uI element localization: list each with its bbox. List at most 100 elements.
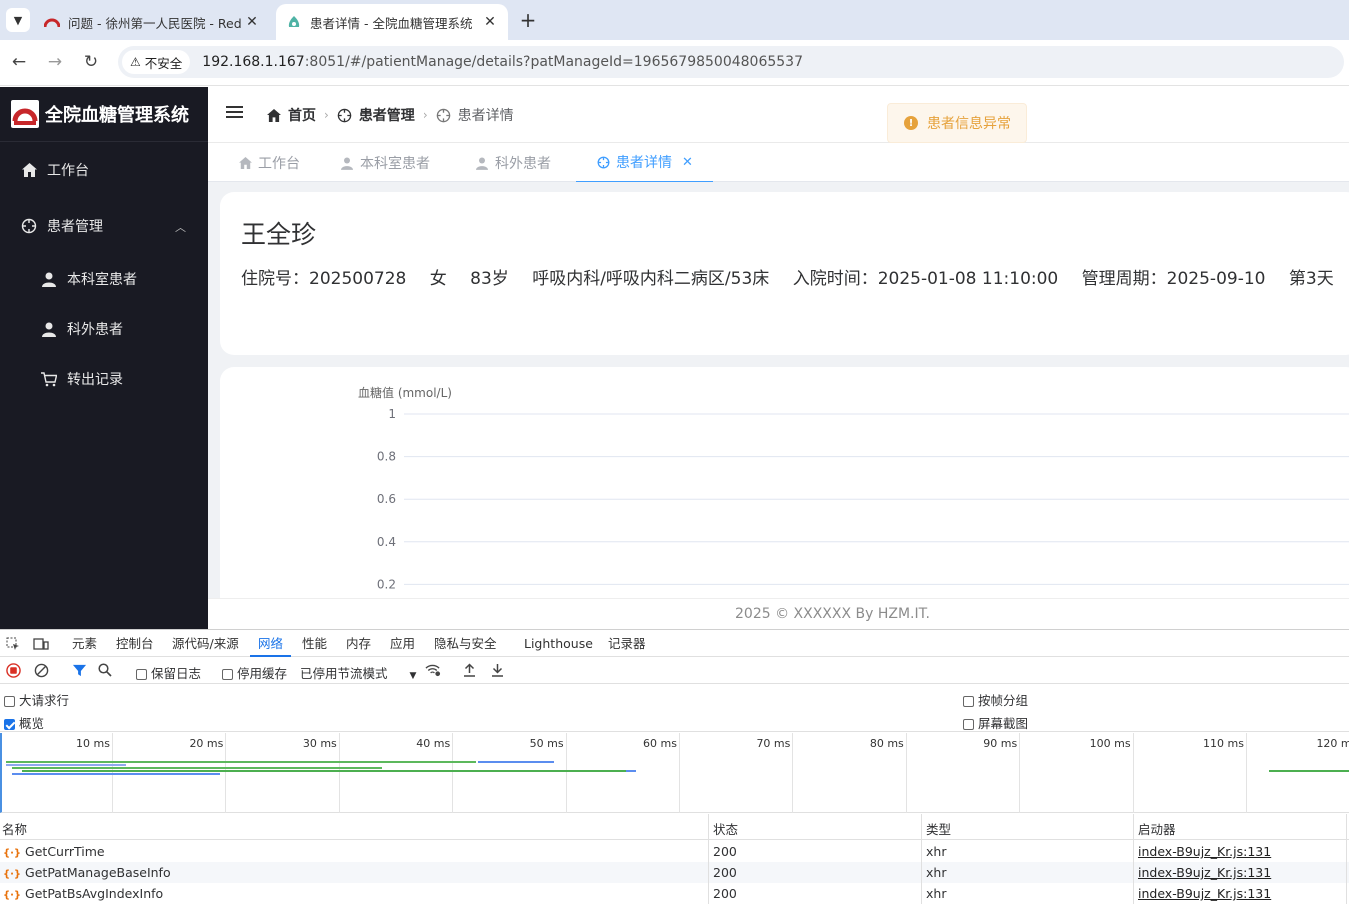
checkbox[interactable] (963, 696, 974, 707)
devtools-tab-console[interactable]: 控制台 (116, 630, 154, 657)
menu-toggle-icon[interactable] (226, 106, 243, 120)
menu-item-workbench[interactable]: 工作台 (0, 145, 208, 195)
new-tab-button[interactable]: + (516, 8, 540, 32)
close-icon[interactable]: ✕ (244, 14, 260, 30)
crosshair-icon (436, 107, 452, 123)
download-icon[interactable] (489, 662, 505, 678)
home-icon (238, 156, 252, 170)
disable-cache-checkbox[interactable]: 停用缓存 (222, 663, 287, 682)
tag-workbench[interactable]: 工作台 (238, 143, 300, 183)
crosshair-icon (596, 155, 610, 169)
xhr-icon: {·} (3, 869, 22, 880)
throttling-value: 已停用节流模式 (300, 666, 388, 681)
devtools-tab-sources[interactable]: 源代码/来源 (172, 630, 239, 657)
breadcrumb: 首页 › 患者管理 › 患者详情 (266, 105, 514, 125)
address-bar[interactable]: ⚠ 不安全 192.168.1.167:8051/#/patientManage… (118, 46, 1344, 78)
patient-age: 83岁 (470, 269, 509, 289)
tab-search-button[interactable]: ▼ (6, 8, 30, 32)
column-name[interactable]: 名称 (2, 819, 27, 838)
devtools-tab-memory[interactable]: 内存 (346, 630, 371, 657)
throttling-select[interactable]: 已停用节流模式 ▼ (300, 663, 416, 682)
devtools-tab-application[interactable]: 应用 (390, 630, 415, 657)
reload-icon[interactable]: ↻ (80, 51, 102, 73)
checkbox-label: 大请求行 (18, 693, 69, 708)
app-logo[interactable]: 全院血糖管理系统 (0, 87, 208, 142)
checkbox[interactable] (4, 696, 15, 707)
request-initiator-link[interactable]: index-B9ujz_Kr.js:131 (1138, 865, 1271, 880)
clear-icon[interactable] (33, 662, 49, 678)
big-request-rows-checkbox[interactable]: 大请求行 (4, 690, 69, 709)
patient-gender: 女 (429, 269, 447, 289)
checkbox[interactable] (963, 719, 974, 730)
timeline-tick (792, 733, 794, 813)
tag-patient-details[interactable]: 患者详情 ✕ (576, 143, 713, 183)
breadcrumb-home[interactable]: 首页 (266, 105, 316, 125)
request-name[interactable]: {·} GetCurrTime (3, 844, 105, 859)
request-initiator-link[interactable]: index-B9ujz_Kr.js:131 (1138, 886, 1271, 901)
breadcrumb-patient-manage[interactable]: 患者管理 (337, 105, 415, 125)
security-label: 不安全 (144, 55, 183, 71)
network-overview-timeline[interactable]: 10 ms 20 ms 30 ms 40 ms 50 ms 60 ms 70 ms 80 ms… (0, 733, 1349, 813)
menu-item-dept-patients[interactable]: 本科室患者 (0, 254, 208, 304)
menu-item-patient-manage[interactable]: 患者管理 ︿ (0, 201, 208, 251)
menu-item-label: 工作台 (47, 163, 89, 179)
upload-icon[interactable] (461, 662, 477, 678)
request-name[interactable]: {·} GetPatBsAvgIndexInfo (3, 886, 163, 901)
table-row[interactable]: {·} GetPatBsAvgIndexInfo 200 xhr index-B9ujz… (0, 883, 1349, 904)
browser-tab-patient-details[interactable]: 患者详情 - 全院血糖管理系统 ✕ (276, 4, 508, 40)
app-header: 首页 › 患者管理 › 患者详情 (208, 87, 1349, 142)
xhr-icon: {·} (3, 848, 22, 859)
close-icon[interactable]: ✕ (482, 14, 498, 30)
devtools-tab-recorder[interactable]: 记录器 (608, 630, 646, 657)
request-timing-bar (478, 761, 554, 763)
devtools-tab-privacy[interactable]: 隐私与安全 (434, 630, 497, 657)
preserve-log-checkbox[interactable]: 保留日志 (136, 663, 201, 682)
menu-item-transfer-records[interactable]: 转出记录 (0, 354, 208, 404)
tag-label: 患者详情 (616, 155, 672, 171)
network-conditions-icon[interactable] (425, 662, 441, 678)
screenshots-checkbox[interactable]: 屏幕截图 (963, 713, 1028, 732)
devtools-tab-lighthouse[interactable]: Lighthouse (524, 630, 593, 657)
devtools-tab-elements[interactable]: 元素 (72, 630, 97, 657)
inspect-element-icon[interactable] (5, 636, 21, 652)
crosshair-icon (337, 107, 353, 123)
close-icon[interactable]: ✕ (682, 155, 693, 170)
column-type[interactable]: 类型 (926, 819, 951, 838)
filter-icon[interactable] (71, 662, 87, 678)
breadcrumb-label: 首页 (288, 108, 316, 124)
timeline-tick (679, 733, 680, 813)
menu-item-outside-patients[interactable]: 科外患者 (0, 304, 208, 354)
overview-checkbox[interactable]: 概览 (4, 713, 44, 732)
breadcrumb-label: 患者详情 (457, 108, 514, 124)
table-row[interactable]: {·} GetPatManageBaseInfo 200 xhr index-B9ujz… (0, 862, 1349, 883)
browser-tab-redmine[interactable]: 问题 - 徐州第一人民医院 - Red ✕ (34, 4, 270, 40)
table-row[interactable]: {·} GetCurrTime 200 xhr index-B9ujz_Kr.js:13… (0, 841, 1349, 862)
timeline-tick-label: 110 ms (1203, 737, 1244, 750)
warning-message-text: 患者信息异常 (927, 116, 1011, 132)
record-stop-icon[interactable] (5, 662, 21, 678)
y-tick-label: 0.4 (377, 535, 396, 549)
user-icon (475, 156, 489, 170)
group-by-frame-checkbox[interactable]: 按帧分组 (963, 690, 1028, 709)
column-status[interactable]: 状态 (713, 819, 738, 838)
request-initiator-link[interactable]: index-B9ujz_Kr.js:131 (1138, 844, 1271, 859)
tag-outside-patients[interactable]: 科外患者 (475, 143, 551, 183)
checkbox[interactable] (222, 669, 233, 680)
devtools-tab-performance[interactable]: 性能 (302, 630, 327, 657)
request-name-text: GetPatManageBaseInfo (25, 865, 171, 880)
request-type: xhr (926, 844, 947, 859)
device-toolbar-icon[interactable] (33, 636, 49, 652)
column-initiator[interactable]: 启动器 (1138, 819, 1176, 838)
checkbox[interactable] (136, 669, 147, 680)
back-arrow-icon[interactable]: ← (8, 51, 30, 73)
footer-text: 2025 © XXXXXX By HZM.IT. (735, 606, 930, 622)
request-name[interactable]: {·} GetPatManageBaseInfo (3, 865, 171, 880)
checkbox[interactable] (4, 719, 15, 730)
search-icon[interactable] (97, 662, 113, 678)
devtools-tab-network[interactable]: 网络 (250, 630, 292, 657)
forward-arrow-icon[interactable]: → (44, 51, 66, 73)
breadcrumb-patient-details: 患者详情 (436, 105, 514, 125)
tag-dept-patients[interactable]: 本科室患者 (340, 143, 430, 183)
url-text[interactable]: 192.168.1.167:8051/#/patientManage/detai… (202, 54, 803, 70)
security-indicator[interactable]: ⚠ 不安全 (122, 50, 191, 74)
